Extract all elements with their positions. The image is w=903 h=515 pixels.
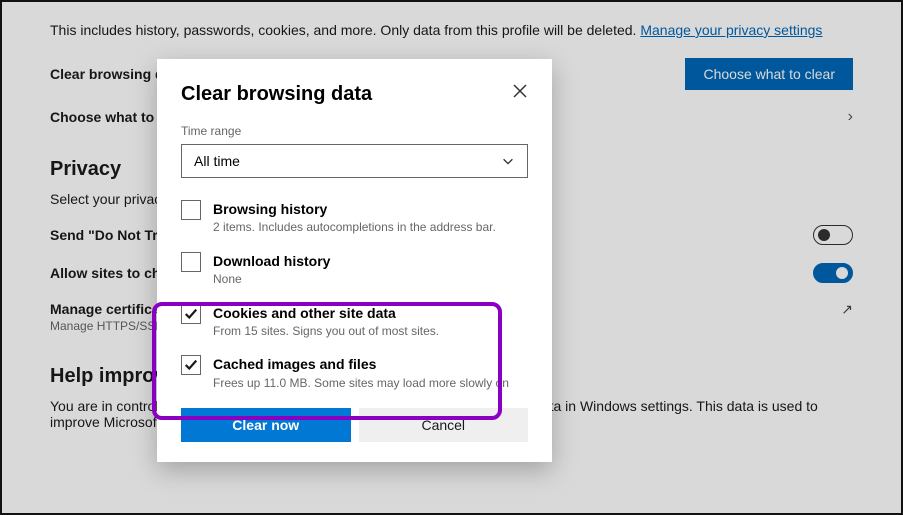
option-row: Browsing history 2 items. Includes autoco… bbox=[181, 192, 528, 244]
external-link-icon[interactable]: ↗ bbox=[841, 301, 853, 318]
allow-sites-toggle[interactable] bbox=[813, 263, 853, 283]
time-range-select[interactable]: All time bbox=[181, 144, 528, 178]
cancel-button[interactable]: Cancel bbox=[359, 408, 529, 442]
option-row: Cached images and files Frees up 11.0 MB.… bbox=[181, 347, 528, 392]
chevron-right-icon[interactable]: › bbox=[848, 108, 853, 126]
dialog-title: Clear browsing data bbox=[181, 83, 372, 106]
option-desc: Frees up 11.0 MB. Some sites may load mo… bbox=[213, 376, 528, 392]
option-title: Cookies and other site data bbox=[213, 304, 439, 322]
option-checkbox[interactable] bbox=[181, 252, 201, 272]
option-text: Cached images and files Frees up 11.0 MB.… bbox=[213, 355, 528, 392]
option-row: Cookies and other site data From 15 sites… bbox=[181, 296, 528, 348]
choose-what-to-clear-button[interactable]: Choose what to clear bbox=[685, 58, 853, 90]
option-title: Cached images and files bbox=[213, 355, 528, 373]
option-title: Download history bbox=[213, 252, 330, 270]
chevron-down-icon bbox=[501, 154, 515, 168]
clear-data-dialog: Clear browsing data Time range All time … bbox=[157, 59, 552, 462]
close-icon[interactable] bbox=[512, 83, 528, 99]
option-text: Cookies and other site data From 15 sites… bbox=[213, 304, 439, 340]
option-desc: From 15 sites. Signs you out of most sit… bbox=[213, 324, 439, 340]
option-checkbox[interactable] bbox=[181, 304, 201, 324]
option-text: Download history None bbox=[213, 252, 330, 288]
option-desc: 2 items. Includes autocompletions in the… bbox=[213, 220, 496, 236]
option-row: Download history None bbox=[181, 244, 528, 296]
dnt-toggle[interactable] bbox=[813, 225, 853, 245]
time-range-label: Time range bbox=[181, 124, 528, 138]
manage-privacy-link[interactable]: Manage your privacy settings bbox=[640, 22, 822, 38]
time-range-value: All time bbox=[194, 153, 240, 169]
option-checkbox[interactable] bbox=[181, 355, 201, 375]
intro-text: This includes history, passwords, cookie… bbox=[50, 22, 640, 38]
option-checkbox[interactable] bbox=[181, 200, 201, 220]
intro-paragraph: This includes history, passwords, cookie… bbox=[50, 22, 853, 38]
clear-now-button[interactable]: Clear now bbox=[181, 408, 351, 442]
options-list[interactable]: Browsing history 2 items. Includes autoco… bbox=[181, 192, 552, 392]
option-text: Browsing history 2 items. Includes autoco… bbox=[213, 200, 496, 236]
option-title: Browsing history bbox=[213, 200, 496, 218]
option-desc: None bbox=[213, 272, 330, 288]
